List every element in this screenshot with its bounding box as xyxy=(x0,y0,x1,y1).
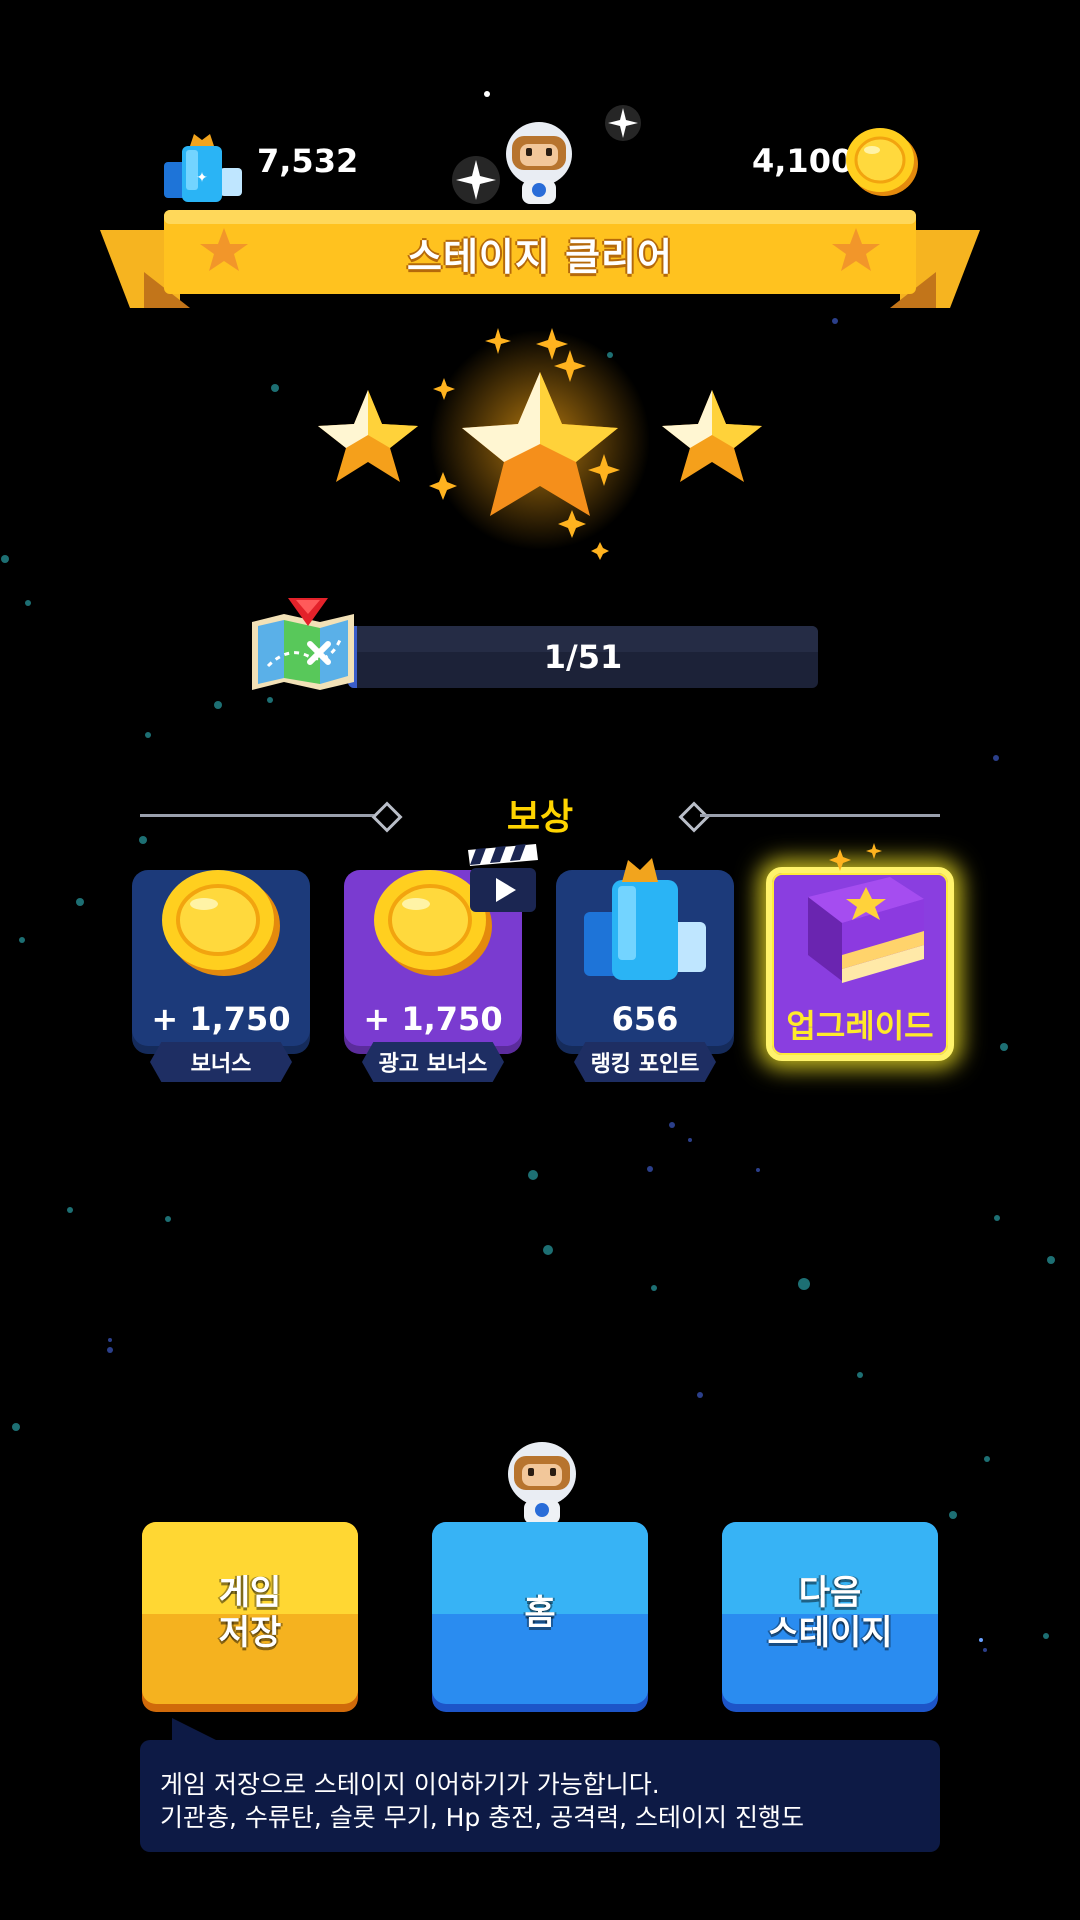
reward-card-ad-bonus[interactable]: + 1,750 광고 보너스 xyxy=(344,844,538,1082)
save-game-label: 게임 저장 xyxy=(218,1573,282,1653)
reward-label: 광고 보너스 xyxy=(362,1042,504,1082)
home-button[interactable]: 홈 xyxy=(432,1522,648,1704)
reward-divider-left xyxy=(140,814,380,817)
sparkle-icon xyxy=(452,156,500,204)
reward-value: 656 xyxy=(611,1000,679,1038)
reward-value: + 1,750 xyxy=(151,1000,291,1038)
reward-title: 보상 xyxy=(506,797,574,838)
astronaut-avatar xyxy=(508,1442,576,1524)
reward-card-bonus: + 1,750 보너스 xyxy=(132,870,310,1082)
crystal-icon xyxy=(584,858,706,980)
crystal-icon: ✦ xyxy=(164,134,242,202)
save-game-button[interactable]: 게임 저장 xyxy=(142,1522,358,1704)
coin-count: 4,100 xyxy=(752,142,854,180)
reward-label: 랭킹 포인트 xyxy=(574,1042,716,1082)
home-label: 홈 xyxy=(524,1593,556,1633)
reward-label: 보너스 xyxy=(150,1042,292,1082)
reward-value: + 1,750 xyxy=(363,1000,503,1038)
book-icon xyxy=(808,877,924,983)
stage-clear-title: 스테이지 클리어 xyxy=(407,234,673,279)
map-icon xyxy=(252,598,354,690)
stage-progress-bar: 1/51 xyxy=(348,626,818,688)
tip-line-1: 게임 저장으로 스테이지 이어하기가 가능합니다. xyxy=(160,1770,660,1799)
reward-divider-right xyxy=(700,814,940,817)
reward-card-upgrade[interactable]: 업그레이드 xyxy=(766,843,954,1061)
coin-icon xyxy=(162,870,280,976)
reward-card-ranking-points: 656 랭킹 포인트 xyxy=(556,858,734,1082)
ranking-points-count: 7,532 xyxy=(257,142,359,180)
next-stage-label: 다음 스테이지 xyxy=(767,1573,893,1653)
svg-text:✦: ✦ xyxy=(196,170,208,186)
next-stage-button[interactable]: 다음 스테이지 xyxy=(722,1522,938,1704)
tip-pointer xyxy=(172,1718,220,1742)
star-rating xyxy=(318,328,762,560)
tip-line-2: 기관총, 수류탄, 슬롯 무기, Hp 충전, 공격력, 스테이지 진행도 xyxy=(160,1803,804,1832)
sparkle-icon xyxy=(605,105,641,141)
star-icon xyxy=(318,390,418,482)
sparkle-icon xyxy=(829,843,882,871)
video-ad-icon xyxy=(468,844,538,912)
astronaut-avatar xyxy=(506,122,572,204)
star-icon xyxy=(662,390,762,482)
coin-icon xyxy=(846,128,918,196)
stage-progress-text: 1/51 xyxy=(543,638,623,676)
upgrade-label: 업그레이드 xyxy=(786,1007,934,1045)
